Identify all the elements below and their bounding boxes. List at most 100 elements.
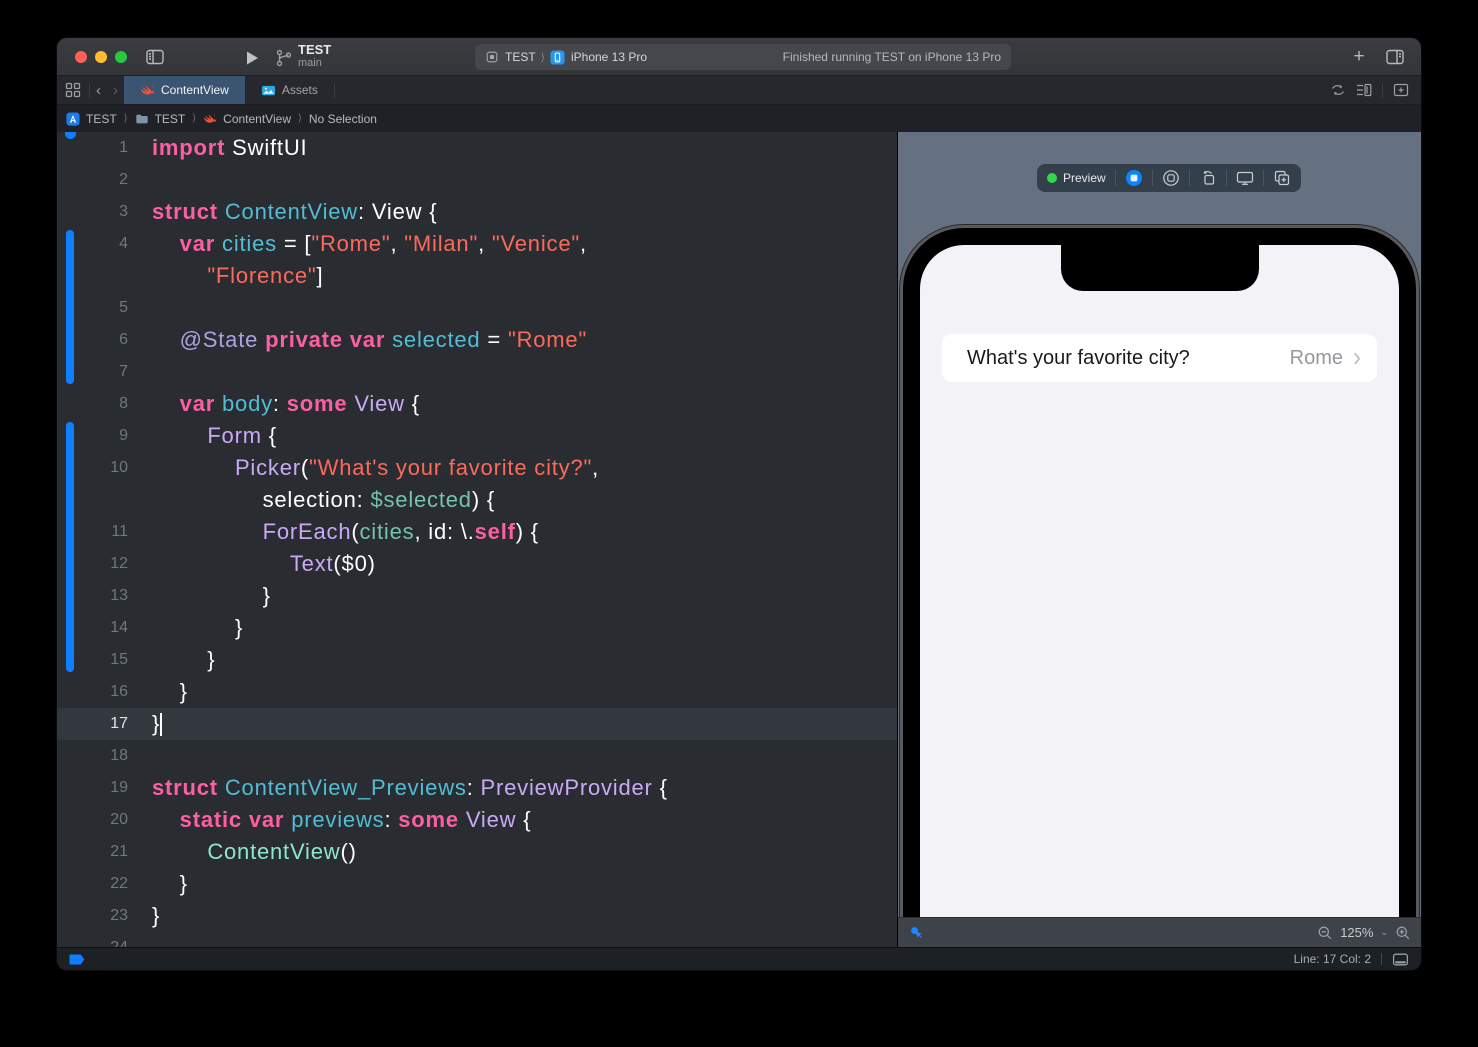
line-number[interactable]: 22 [57,868,128,900]
pin-preview-icon[interactable] [908,924,926,942]
activity-status-pill[interactable]: TEST ⟩ iPhone 13 Pro Finished running TE… [475,44,1011,70]
preview-bottom-bar: 125% ⌄ [898,917,1421,947]
line-number[interactable]: 23 [57,900,128,932]
zoom-in-icon[interactable] [1395,925,1411,941]
editor-bottom-panel-icon[interactable] [1392,951,1409,968]
zoom-out-icon[interactable] [1317,925,1333,941]
swift-file-icon [203,112,217,126]
line-number[interactable]: 24 [57,932,128,947]
line-number[interactable]: 17 [57,708,128,740]
navigate-back-button[interactable]: ‹ [90,82,107,99]
line-number[interactable]: 10 [57,452,128,484]
line-number[interactable]: 20 [57,804,128,836]
scheme-device-name: iPhone 13 Pro [571,50,647,64]
code-line[interactable]: 4 var cities = ["Rome", "Milan", "Venice… [57,228,897,260]
zoom-level-value[interactable]: 125% [1340,925,1373,940]
code-line[interactable]: 5 [57,292,897,324]
code-line[interactable]: 7 [57,356,897,388]
line-number[interactable]: 14 [57,612,128,644]
code-line[interactable]: 23} [57,900,897,932]
run-button[interactable] [242,48,262,68]
statusbar-separator [1381,953,1382,965]
code-review-icon[interactable] [1330,82,1346,98]
line-number[interactable]: 6 [57,324,128,356]
line-number[interactable]: 2 [57,164,128,196]
code-line[interactable]: 13 } [57,580,897,612]
breadcrumb-selection[interactable]: No Selection [309,112,377,126]
tab-assets[interactable]: Assets [245,76,334,104]
project-app-icon [66,112,80,126]
minimize-window-button[interactable] [95,51,107,63]
duplicate-preview-button[interactable] [1273,169,1291,187]
code-line[interactable]: "Florence"] [57,260,897,292]
tabbar-separator [1382,83,1383,98]
code-line[interactable]: 11 ForEach(cities, id: \.self) { [57,516,897,548]
breadcrumb-file[interactable]: ContentView [223,112,291,126]
related-items-icon[interactable] [57,76,89,104]
line-number[interactable]: 5 [57,292,128,324]
code-line[interactable]: selection: $selected) { [57,484,897,516]
git-branch-icon [274,48,294,68]
iphone-notch [1061,245,1259,291]
scheme-chip-icon [485,50,499,64]
line-number[interactable]: 9 [57,420,128,452]
orientation-variants-button[interactable] [1199,169,1217,187]
close-window-button[interactable] [75,51,87,63]
code-line[interactable]: 24 [57,932,897,947]
toggle-right-sidebar-icon[interactable] [1385,47,1405,67]
code-line[interactable]: 22 } [57,868,897,900]
breadcrumb-project[interactable]: TEST [86,112,117,126]
code-line[interactable]: 15 } [57,644,897,676]
code-line[interactable]: 19struct ContentView_Previews: PreviewPr… [57,772,897,804]
line-number[interactable]: 19 [57,772,128,804]
live-preview-button[interactable] [1125,169,1143,187]
code-rows: 1import SwiftUI23struct ContentView: Vie… [57,132,897,947]
line-number[interactable]: 4 [57,228,128,260]
tab-contentview[interactable]: ContentView [124,76,245,104]
breadcrumb-group[interactable]: TEST [155,112,186,126]
code-line[interactable]: 3struct ContentView: View { [57,196,897,228]
line-number[interactable]: 7 [57,356,128,388]
code-line[interactable]: 1import SwiftUI [57,132,897,164]
breakpoint-toggle-icon[interactable] [69,954,86,965]
code-editor[interactable]: 1import SwiftUI23struct ContentView: Vie… [57,132,897,947]
line-number[interactable]: 8 [57,388,128,420]
zoom-window-button[interactable] [115,51,127,63]
favorite-city-picker-row[interactable]: What's your favorite city? Rome › [942,334,1377,382]
line-number[interactable]: 21 [57,836,128,868]
code-line[interactable]: 14 } [57,612,897,644]
code-line[interactable]: 12 Text($0) [57,548,897,580]
navigate-forward-button[interactable]: › [107,82,124,99]
line-number[interactable]: 1 [57,132,128,164]
line-number[interactable]: 16 [57,676,128,708]
line-number[interactable]: 11 [57,516,128,548]
line-number[interactable]: 3 [57,196,128,228]
preview-status-dot [1047,173,1057,183]
line-number[interactable] [57,260,128,292]
toggle-left-sidebar-icon[interactable] [145,47,165,67]
code-line[interactable]: 6 @State private var selected = "Rome" [57,324,897,356]
code-line[interactable]: 21 ContentView() [57,836,897,868]
code-line[interactable]: 9 Form { [57,420,897,452]
code-line[interactable]: 17} [57,708,897,740]
code-line[interactable]: 16 } [57,676,897,708]
line-number[interactable]: 12 [57,548,128,580]
line-number[interactable]: 18 [57,740,128,772]
chevron-down-icon[interactable]: ⌄ [1380,927,1388,938]
code-line[interactable]: 2 [57,164,897,196]
scheme-project-name[interactable]: TEST [298,42,331,57]
git-branch-name[interactable]: main [298,57,322,69]
code-line[interactable]: 20 static var previews: some View { [57,804,897,836]
line-number[interactable]: 13 [57,580,128,612]
code-line[interactable]: 10 Picker("What's your favorite city?", [57,452,897,484]
add-editor-icon[interactable] [1393,82,1409,98]
adjust-editor-options-icon[interactable] [1356,82,1372,98]
add-tab-button[interactable]: + [1349,47,1369,67]
line-number[interactable]: 15 [57,644,128,676]
picker-label: What's your favorite city? [967,347,1290,370]
selectable-mode-button[interactable] [1162,169,1180,187]
code-line[interactable]: 18 [57,740,897,772]
code-line[interactable]: 8 var body: some View { [57,388,897,420]
device-settings-button[interactable] [1236,169,1254,187]
line-number[interactable] [57,484,128,516]
